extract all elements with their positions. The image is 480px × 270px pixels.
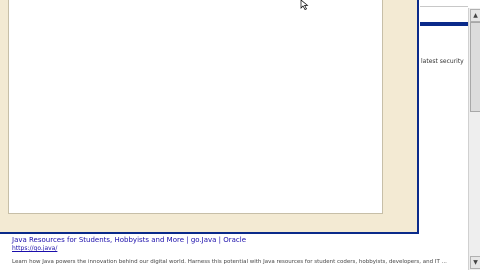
search-result-title[interactable]: Java Resources for Students, Hobbyists a… — [12, 236, 472, 244]
scrollbar-thumb[interactable] — [470, 22, 480, 112]
window-content-area[interactable] — [8, 0, 383, 214]
background-snippet-text: latest security — [421, 58, 464, 65]
dialog-window — [0, 0, 419, 234]
search-result-description: Learn how Java powers the innovation beh… — [12, 259, 447, 265]
background-window-edge — [420, 22, 468, 26]
mouse-pointer-icon — [300, 0, 309, 10]
header-divider — [420, 6, 468, 7]
vertical-scrollbar[interactable]: ▲ ▼ — [468, 8, 480, 270]
search-result: Java Resources for Students, Hobbyists a… — [12, 236, 472, 265]
search-result-url[interactable]: https://go.java/ — [12, 245, 472, 252]
arrow-up-icon[interactable]: ▲ — [470, 9, 480, 22]
